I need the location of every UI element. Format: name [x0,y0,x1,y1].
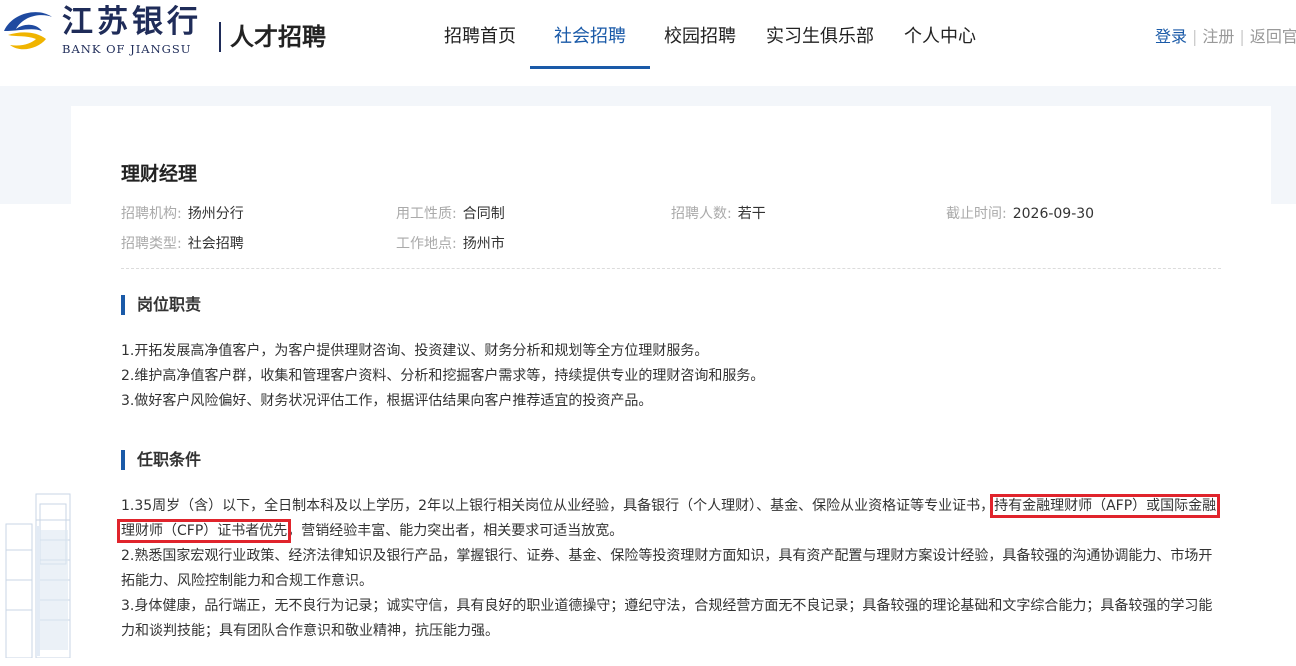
meta-count: 招聘人数: 若干 [671,204,766,224]
back-official-link[interactable]: 返回官 [1250,27,1296,46]
meta-location-label: 工作地点: [396,236,457,252]
meta-deadline-value: 2026-09-30 [1012,206,1095,222]
meta-category: 招聘类型: 社会招聘 [121,234,244,254]
login-link[interactable]: 登录 [1155,27,1187,46]
meta-org-value: 扬州分行 [187,206,244,222]
meta-category-label: 招聘类型: [121,236,182,252]
user-links: 登录 | 注册 | 返回官 [1155,25,1296,49]
requirements-heading: 任职条件 [121,450,201,470]
meta-org-label: 招聘机构: [121,206,182,222]
requirement-item: 2.熟悉国家宏观行业政策、经济法律知识及银行产品，掌握银行、证券、基金、保险等投… [121,548,1213,589]
nav-intern-club[interactable]: 实习生俱乐部 [754,0,886,68]
main-nav: 招聘首页 社会招聘 校园招聘 实习生俱乐部 个人中心 [432,0,994,70]
logo-en-text: BANK OF JIANGSU [62,42,192,56]
nav-campus-recruit[interactable]: 校园招聘 [652,0,748,68]
duty-item: 2.维护高净值客户群，收集和管理客户资料、分析和挖掘客户需求等，持续提供专业的理… [121,368,765,384]
duty-item: 3.做好客户风险偏好、财务状况评估工作，根据评估结果向客户推荐适宜的投资产品。 [121,393,653,409]
meta-org: 招聘机构: 扬州分行 [121,204,244,224]
meta-divider [121,268,1221,269]
meta-type: 用工性质: 合同制 [396,204,505,224]
requirement-text: 1.35周岁（含）以下，全日制本科及以上学历，2年以上银行相关岗位从业经验，具备… [121,498,995,514]
meta-location-value: 扬州市 [462,236,505,252]
duties-list: 1.开拓发展高净值客户，为客户提供理财咨询、投资建议、财务分析和规划等全方位理财… [121,339,1226,414]
link-separator: | [1192,27,1198,46]
requirement-item: 1.35周岁（含）以下，全日制本科及以上学历，2年以上银行相关岗位从业经验，具备… [116,494,1226,544]
requirements-list: 1.35周岁（含）以下，全日制本科及以上学历，2年以上银行相关岗位从业经验，具备… [116,494,1226,644]
meta-deadline: 截止时间: 2026-09-30 [946,204,1094,224]
meta-location: 工作地点: 扬州市 [396,234,505,254]
nav-home[interactable]: 招聘首页 [432,0,528,68]
site-title: 人才招聘 [230,23,326,51]
logo-cn-text: 江苏银行 [62,4,202,40]
logo-divider [219,22,221,52]
duties-heading: 岗位职责 [121,295,201,315]
meta-deadline-label: 截止时间: [946,206,1007,222]
meta-type-label: 用工性质: [396,206,457,222]
job-detail-card: 理财经理 招聘机构: 扬州分行 用工性质: 合同制 招聘人数: 若干 截止时间: 202… [71,106,1271,666]
nav-personal-center[interactable]: 个人中心 [892,0,988,68]
job-title: 理财经理 [121,163,198,185]
meta-type-value: 合同制 [462,206,505,222]
bank-logo-icon[interactable] [2,5,54,55]
duty-item: 1.开拓发展高净值客户，为客户提供理财咨询、投资建议、财务分析和规划等全方位理财… [121,343,709,359]
meta-count-value: 若干 [737,206,766,222]
register-link[interactable]: 注册 [1202,27,1234,46]
meta-count-label: 招聘人数: [671,206,732,222]
link-separator: | [1239,27,1245,46]
requirement-item: 3.身体健康，品行端正，无不良行为记录；诚实守信，具有良好的职业道德操守；遵纪守… [121,598,1213,639]
building-illustration [5,493,71,658]
highlighted-certificate-text: 持有金融理财师（AFP）或国际金融 [990,494,1221,518]
meta-category-value: 社会招聘 [187,236,244,252]
highlighted-certificate-text: 理财师（CFP）证书者优先 [116,519,292,543]
nav-social-recruit[interactable]: 社会招聘 [530,0,650,69]
requirement-text: ，营销经验丰富、能力突出者，相关要求可适当放宽。 [287,523,624,539]
site-header: 江苏银行 BANK OF JIANGSU 人才招聘 招聘首页 社会招聘 校园招聘… [0,0,1296,86]
